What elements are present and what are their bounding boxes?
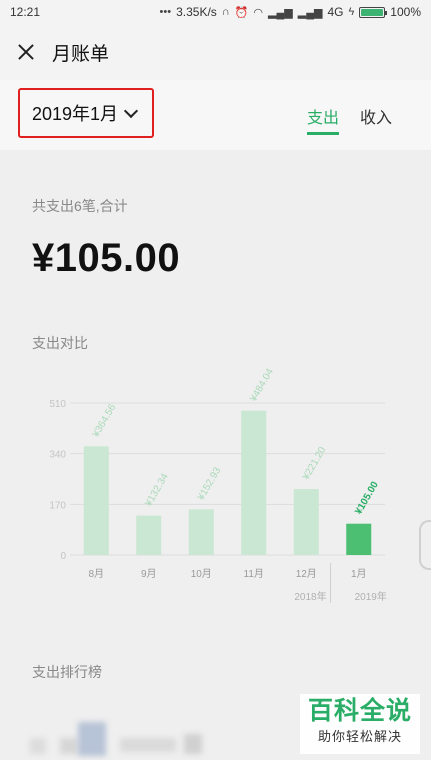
chart-bar	[136, 515, 162, 555]
x-tick-label: 11月	[244, 568, 264, 580]
bar-value-label: ¥484.04	[248, 366, 276, 404]
status-bar: 12:21 ••• 3.35K/s ∩ ⏰ ◠ ▂▄▆ ▂▄▆ 4G ϟ 100…	[0, 0, 431, 24]
watermark-logo: 百科全说 助你轻松解决	[300, 694, 420, 754]
close-icon[interactable]	[16, 42, 36, 62]
blurred-item	[30, 738, 46, 754]
bar-value-label: ¥221.20	[300, 445, 328, 483]
watermark-sub-text: 助你轻松解决	[317, 729, 402, 744]
y-tick-label: 510	[49, 399, 66, 410]
bar-value-label: ¥132.34	[143, 471, 171, 509]
signal-2-icon: ▂▄▆	[297, 6, 323, 19]
signal-icon: ▂▄▆	[268, 6, 293, 19]
x-tick-label: 8月	[88, 568, 104, 580]
watermark-main-text: 百科全说	[307, 697, 412, 725]
y-tick-label: 340	[49, 450, 66, 461]
ranking-section-title: 支出排行榜	[32, 664, 102, 680]
x-tick-label: 1月	[351, 568, 367, 580]
y-tick-label: 0	[60, 551, 66, 562]
filter-bar: 2019年1月 支出 收入	[0, 80, 431, 150]
chart-bar	[241, 410, 267, 555]
network-type: 4G	[327, 5, 344, 19]
x-tick-label: 9月	[141, 568, 157, 580]
year-label: 2019年	[355, 590, 387, 603]
bar-value-label: ¥105.00	[353, 479, 381, 516]
bar-value-label: ¥364.56	[90, 402, 118, 440]
blurred-avatar	[78, 722, 106, 756]
battery-icon	[359, 6, 388, 18]
summary-label: 共支出6笔,合计	[32, 198, 128, 214]
title-bar: 月账单	[0, 24, 431, 80]
chart-bar	[346, 523, 372, 555]
network-speed: 3.35K/s	[176, 5, 217, 19]
summary-amount: ¥105.00	[32, 236, 181, 280]
battery-level: 100%	[390, 5, 421, 19]
tab-expense[interactable]: 支出	[307, 104, 340, 135]
tab-income[interactable]: 收入	[360, 104, 392, 128]
charging-icon: ϟ	[348, 6, 355, 18]
blurred-item	[60, 738, 78, 754]
chevron-down-icon	[123, 103, 139, 118]
x-tick-label: 12月	[296, 568, 317, 580]
blurred-item	[120, 738, 176, 752]
status-right: ••• 3.35K/s ∩ ⏰ ◠ ▂▄▆ ▂▄▆ 4G ϟ 100%	[160, 5, 421, 19]
alarm-icon: ⏰	[234, 6, 249, 19]
chart-bar	[83, 446, 109, 555]
headphones-icon: ∩	[221, 6, 230, 18]
x-tick-label: 10月	[191, 568, 212, 580]
chart-bar	[188, 509, 214, 555]
wifi-icon: ◠	[253, 6, 264, 19]
year-label: 2018年	[294, 590, 326, 603]
expense-comparison-chart: 0 170 340 510 ¥364.56 8月 ¥132.34 9月 ¥152.93 10月 ¥4…	[49, 366, 387, 603]
chart-bar	[293, 489, 319, 555]
bar-value-label: ¥152.93	[195, 465, 223, 503]
chart-section-title: 支出对比	[32, 335, 88, 351]
month-picker-label: 2019年1月	[32, 104, 119, 124]
month-picker[interactable]: 2019年1月	[18, 88, 154, 138]
more-dots-icon: •••	[159, 6, 172, 18]
y-tick-label: 170	[49, 500, 66, 511]
status-time: 12:21	[10, 5, 41, 19]
scroll-handle[interactable]	[419, 520, 431, 570]
blurred-item	[184, 734, 202, 754]
page-title: 月账单	[52, 43, 110, 65]
